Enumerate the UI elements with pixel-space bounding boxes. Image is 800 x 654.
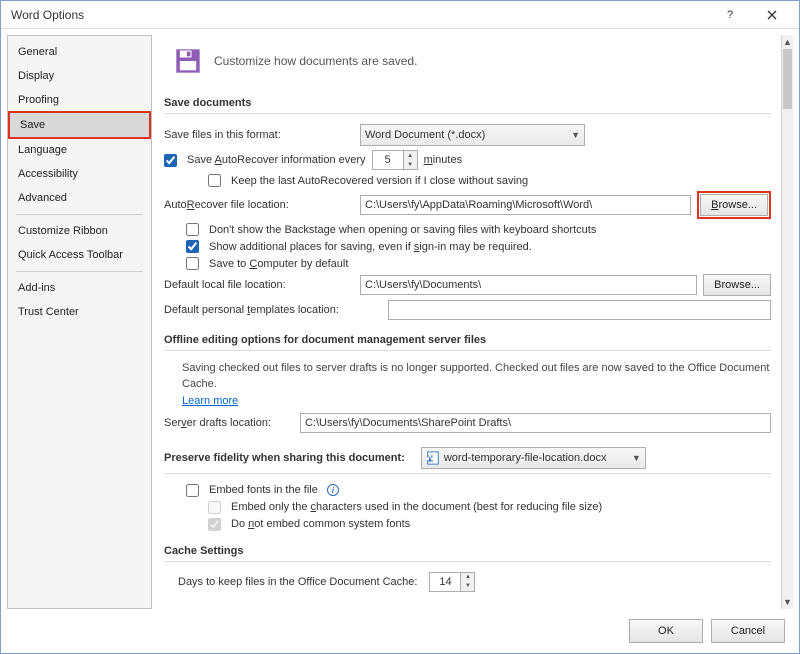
close-button[interactable] [751, 2, 793, 28]
section-cache: Cache Settings [164, 545, 771, 557]
sidebar-item-addins[interactable]: Add-ins [8, 276, 151, 300]
vertical-scrollbar[interactable]: ▲ ▼ [781, 35, 793, 609]
embed-fonts-checkbox[interactable] [186, 484, 199, 497]
chevron-down-icon: ▼ [632, 453, 641, 463]
word-options-dialog: Word Options ? General Display Proofing … [0, 0, 800, 654]
minutes-label: minutes [424, 154, 463, 166]
offline-body-text: Saving checked out files to server draft… [182, 361, 771, 393]
fidelity-document-select[interactable]: W word-temporary-file-location.docx ▼ [421, 447, 646, 469]
options-sidebar: General Display Proofing Save Language A… [7, 35, 152, 609]
save-to-computer-checkbox[interactable] [186, 257, 199, 270]
autorecover-minutes-input[interactable] [373, 151, 403, 169]
options-panel: Customize how documents are saved. Save … [158, 35, 781, 609]
sidebar-item-advanced[interactable]: Advanced [8, 186, 151, 210]
section-save-documents: Save documents [164, 97, 771, 109]
fidelity-doc-name: word-temporary-file-location.docx [444, 452, 607, 464]
ok-button[interactable]: OK [629, 619, 703, 643]
default-templates-label: Default personal templates location: [164, 304, 382, 316]
dialog-button-bar: OK Cancel [1, 609, 799, 653]
scroll-up-icon[interactable]: ▲ [782, 35, 793, 49]
sidebar-item-trust-center[interactable]: Trust Center [8, 300, 151, 324]
no-common-fonts-checkbox [208, 518, 221, 531]
default-templates-input[interactable] [388, 300, 771, 320]
sidebar-item-language[interactable]: Language [8, 138, 151, 162]
ar-location-label: AutoRecover file location: [164, 199, 354, 211]
embed-fonts-label: Embed fonts in the file [209, 484, 318, 496]
sidebar-item-qat[interactable]: Quick Access Toolbar [8, 243, 151, 267]
sidebar-item-save[interactable]: Save [8, 111, 151, 139]
default-local-browse-button[interactable]: Browse... [703, 274, 771, 296]
autorecover-minutes-spinner[interactable]: ▲▼ [372, 150, 418, 170]
backstage-checkbox[interactable] [186, 223, 199, 236]
sidebar-separator [16, 214, 143, 215]
section-fidelity: Preserve fidelity when sharing this docu… [164, 452, 405, 464]
sidebar-separator [16, 271, 143, 272]
autorecover-checkbox[interactable] [164, 154, 177, 167]
backstage-label: Don't show the Backstage when opening or… [209, 224, 596, 236]
additional-places-label: Show additional places for saving, even … [209, 241, 532, 253]
embed-only-checkbox [208, 501, 221, 514]
save-format-select[interactable]: Word Document (*.docx) ▼ [360, 124, 585, 146]
section-offline: Offline editing options for document man… [164, 334, 771, 346]
cache-days-label: Days to keep files in the Office Documen… [178, 576, 417, 588]
spinner-down-icon[interactable]: ▼ [404, 160, 417, 169]
default-local-label: Default local file location: [164, 279, 354, 291]
sidebar-item-proofing[interactable]: Proofing [8, 88, 151, 112]
server-drafts-label: Server drafts location: [164, 417, 294, 429]
chevron-down-icon: ▼ [571, 130, 580, 140]
autorecover-label: Save AutoRecover information every [187, 154, 366, 166]
spinner-down-icon[interactable]: ▼ [461, 582, 474, 591]
save-format-value: Word Document (*.docx) [365, 129, 485, 141]
cancel-button[interactable]: Cancel [711, 619, 785, 643]
window-title: Word Options [7, 8, 709, 22]
titlebar: Word Options ? [1, 1, 799, 29]
info-icon[interactable]: i [327, 484, 339, 496]
sidebar-item-display[interactable]: Display [8, 64, 151, 88]
sidebar-item-customize-ribbon[interactable]: Customize Ribbon [8, 219, 151, 243]
word-doc-icon: W [426, 451, 440, 465]
cache-days-input[interactable] [430, 573, 460, 591]
keep-last-checkbox[interactable] [208, 174, 221, 187]
close-icon [767, 10, 777, 20]
help-button[interactable]: ? [709, 2, 751, 28]
learn-more-link[interactable]: Learn more [182, 395, 238, 407]
embed-only-label: Embed only the characters used in the do… [231, 501, 602, 513]
keep-last-label: Keep the last AutoRecovered version if I… [231, 175, 528, 187]
sidebar-item-general[interactable]: General [8, 40, 151, 64]
scroll-down-icon[interactable]: ▼ [782, 595, 793, 609]
save-format-label: Save files in this format: [164, 129, 354, 141]
ar-browse-button[interactable]: Browse... [700, 194, 768, 216]
panel-header: Customize how documents are saved. [214, 54, 417, 68]
svg-text:W: W [426, 453, 435, 464]
additional-places-checkbox[interactable] [186, 240, 199, 253]
no-common-fonts-label: Do not embed common system fonts [231, 518, 410, 530]
sidebar-item-accessibility[interactable]: Accessibility [8, 162, 151, 186]
save-disk-icon [174, 47, 202, 75]
save-to-computer-label: Save to Computer by default [209, 258, 348, 270]
spinner-up-icon[interactable]: ▲ [461, 573, 474, 582]
default-local-input[interactable] [360, 275, 697, 295]
server-drafts-input[interactable] [300, 413, 771, 433]
spinner-up-icon[interactable]: ▲ [404, 151, 417, 160]
cache-days-spinner[interactable]: ▲▼ [429, 572, 475, 592]
ar-location-input[interactable] [360, 195, 691, 215]
scroll-thumb[interactable] [783, 49, 792, 109]
